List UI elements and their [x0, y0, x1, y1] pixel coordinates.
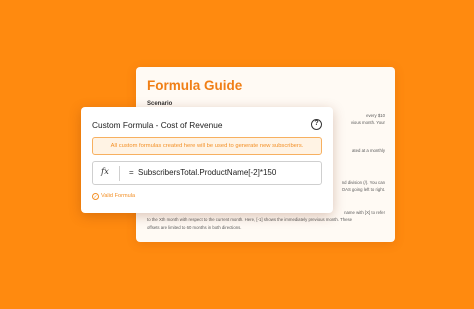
guide-text-line: to the Xth month with respect to the cur… — [147, 217, 353, 222]
help-icon[interactable]: ? — [311, 119, 322, 130]
custom-formula-dialog: Custom Formula - Cost of Revenue ? All c… — [81, 107, 333, 213]
check-circle-icon: ✓ — [92, 193, 99, 200]
divider — [119, 166, 120, 181]
guide-text-line: offsets are limited to 60 months in both… — [147, 225, 242, 230]
validation-label: Valid Formula — [101, 193, 136, 199]
function-icon: fx — [101, 167, 109, 177]
formula-input[interactable]: fx = SubscribersTotal.ProductName[-2]*15… — [92, 161, 322, 185]
validation-status: ✓ Valid Formula — [92, 193, 135, 200]
equals-sign: = — [129, 168, 134, 177]
formula-expression[interactable]: SubscribersTotal.ProductName[-2]*150 — [138, 168, 276, 177]
dialog-title: Custom Formula - Cost of Revenue — [92, 120, 223, 130]
info-notice: All custom formulas created here will be… — [92, 137, 322, 155]
guide-title: Formula Guide — [147, 78, 243, 93]
